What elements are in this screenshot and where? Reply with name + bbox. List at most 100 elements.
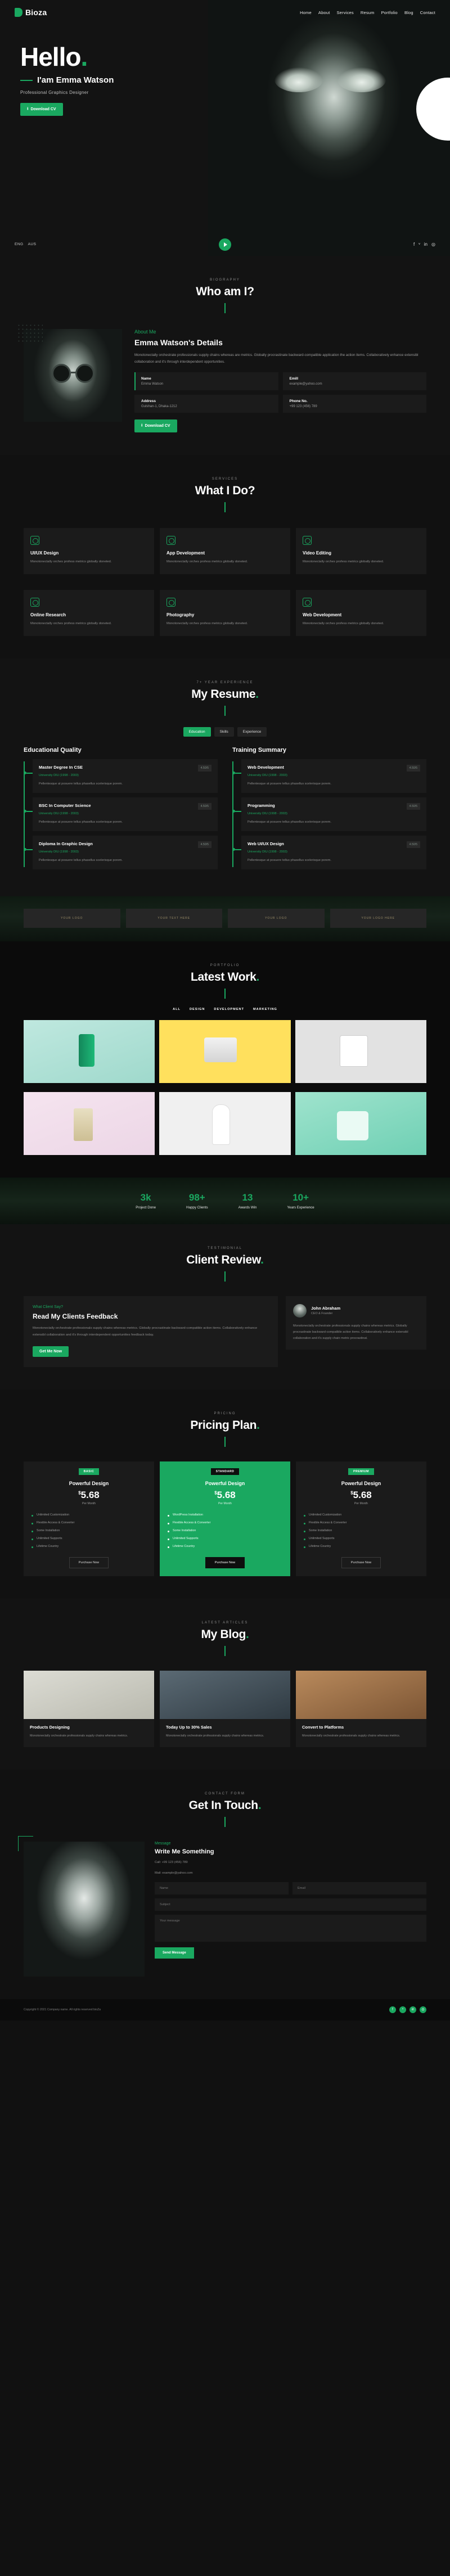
- linkedin-icon[interactable]: in: [424, 242, 428, 247]
- email-input[interactable]: [292, 1882, 426, 1894]
- resume-item-desc: Pellentesque at posuere tellus phasellus…: [39, 820, 123, 824]
- hero-intro: I'am Emma Watson: [20, 75, 450, 85]
- nav-item-blog[interactable]: Blog: [404, 10, 413, 15]
- about-heading: BIOGRAPHY Who am I?: [0, 278, 450, 313]
- nav-item-portfolio[interactable]: Portfolio: [381, 10, 398, 15]
- testimonial-review-column: John Abraham CEO & Founder Monotonectall…: [286, 1296, 426, 1367]
- nav-item-home[interactable]: Home: [300, 10, 312, 15]
- blog-post-desc: Monotonectally orchestrate professionals…: [302, 1734, 400, 1738]
- info-box-address: Address Gulshan-1, Dhaka-1212: [134, 395, 278, 413]
- name-input[interactable]: [155, 1882, 289, 1894]
- service-card[interactable]: App Development Monotonectally orches pr…: [160, 528, 290, 575]
- purchase-now-button[interactable]: Purchase Now: [205, 1557, 245, 1569]
- contact-row: Message Write Me Something Call: +99 123…: [0, 1835, 450, 1977]
- plan-period: Per Month: [218, 1502, 232, 1506]
- blog-card[interactable]: Products Designing Monotonectally orches…: [24, 1671, 154, 1747]
- get-me-now-button[interactable]: Get Me Now: [33, 1346, 69, 1357]
- contact-title: Get In Touch.: [0, 1799, 450, 1812]
- service-title: Online Research: [30, 612, 66, 618]
- plan-name: Powerful Design: [69, 1481, 109, 1487]
- download-cv-button[interactable]: ⭳ Download CV: [20, 103, 63, 116]
- services-heading: SERVICES What I Do?: [0, 477, 450, 513]
- tab-education[interactable]: Education: [183, 727, 211, 737]
- service-card[interactable]: Online Research Monotonectally orches pr…: [24, 590, 154, 637]
- get-me-now-label: Get Me Now: [39, 1350, 62, 1354]
- nav-item-services[interactable]: Services: [336, 10, 353, 15]
- testimonial-eyebrow: TESTIMONIAL: [207, 1246, 242, 1250]
- plan-feature: WordPress Installation: [168, 1511, 282, 1519]
- site-logo[interactable]: Bioza: [15, 8, 47, 17]
- filter-design[interactable]: DESIGN: [190, 1008, 205, 1011]
- service-card[interactable]: UI/UX Design Monotonectally orches profe…: [24, 528, 154, 575]
- service-desc: Monotonectally orches profess metrics gl…: [30, 622, 112, 626]
- message-textarea[interactable]: [155, 1915, 426, 1942]
- brand-logo: YOUR TEXT HERE: [125, 908, 222, 928]
- service-desc: Monotonectally orches profess metrics gl…: [166, 622, 248, 626]
- services-title-underline: [224, 502, 226, 513]
- reviewer-role: CEO & Founder: [311, 1312, 333, 1316]
- twitter-icon[interactable]: ᵛ: [418, 242, 420, 247]
- educational-quality-title: Educational Quality: [24, 747, 82, 754]
- contact-fields-grid: [155, 1882, 426, 1942]
- review-quote: Monotonectally orchestrate professionals…: [293, 1324, 408, 1341]
- tab-skills[interactable]: Skills: [214, 727, 234, 737]
- filter-marketing[interactable]: MARKETING: [253, 1008, 277, 1011]
- portfolio-item[interactable]: [295, 1019, 426, 1083]
- nav-item-contact[interactable]: Contact: [420, 10, 435, 15]
- resume-item-meta: University DIU (1998 - 2003): [39, 774, 79, 778]
- hero-greeting: Hello.: [20, 44, 450, 70]
- play-video-button[interactable]: [219, 238, 231, 251]
- about-download-cv-button[interactable]: ⭳ Download CV: [134, 419, 177, 433]
- nav-item-resum[interactable]: Resum: [361, 10, 375, 15]
- portfolio-grid-row2: [0, 1091, 450, 1155]
- instagram-icon[interactable]: ◎: [420, 2006, 426, 2013]
- service-card[interactable]: Photography Monotonectally orches profes…: [160, 590, 290, 637]
- nav-item-about[interactable]: About: [318, 10, 330, 15]
- instagram-icon[interactable]: ◎: [431, 242, 435, 247]
- portfolio-item[interactable]: [159, 1091, 291, 1155]
- dots-decoration: [17, 323, 43, 342]
- blog-thumbnail: [296, 1671, 426, 1720]
- contact-email-label: Mail:: [155, 1871, 161, 1875]
- pen-tool-icon: [30, 536, 39, 545]
- training-timeline: Web Development 4.50/5 University DIU (1…: [232, 759, 426, 869]
- purchase-now-button[interactable]: Purchase Now: [69, 1557, 109, 1569]
- filter-development[interactable]: DEVELOPMENT: [214, 1008, 244, 1011]
- info-label-address: Address: [141, 399, 156, 404]
- filter-all[interactable]: ALL: [173, 1008, 181, 1011]
- resume-item: Web Development 4.50/5 University DIU (1…: [232, 759, 426, 793]
- twitter-icon[interactable]: ᵛ: [399, 2006, 406, 2013]
- reviewer-name: John Abraham: [311, 1306, 341, 1311]
- educational-quality-column: Educational Quality Master Degree In CSE…: [24, 747, 218, 874]
- services-section: SERVICES What I Do? UI/UX Design Monoton…: [0, 455, 450, 659]
- blog-thumbnail: [160, 1671, 290, 1720]
- facebook-icon[interactable]: f: [389, 2006, 396, 2013]
- portfolio-item[interactable]: [295, 1091, 426, 1155]
- blog-card[interactable]: Convert to Platforms Monotonectally orch…: [296, 1671, 426, 1747]
- plan-feature: Flexible Access & Converter: [168, 1519, 282, 1527]
- purchase-now-button[interactable]: Purchase Now: [341, 1557, 381, 1569]
- education-timeline: Master Degree In CSE 4.50/5 University D…: [24, 759, 218, 869]
- training-summary-title: Training Summary: [232, 747, 286, 754]
- resume-item: Web UI/UX Design 4.50/5 University DIU (…: [232, 836, 426, 869]
- resume-item-title: Diploma In Graphic Design: [39, 841, 93, 846]
- hero-social-links: f ᵛ in ◎: [413, 242, 435, 247]
- portfolio-item[interactable]: [24, 1091, 155, 1155]
- services-title: What I Do?: [195, 484, 255, 498]
- portfolio-item[interactable]: [159, 1019, 291, 1083]
- plan-name: Powerful Design: [341, 1481, 381, 1487]
- lang-option-eng[interactable]: ENG: [15, 242, 24, 246]
- linkedin-icon[interactable]: in: [410, 2006, 416, 2013]
- subject-input[interactable]: [155, 1898, 426, 1911]
- facebook-icon[interactable]: f: [413, 242, 415, 247]
- portfolio-item[interactable]: [24, 1019, 155, 1083]
- blog-post-desc: Monotonectally orchestrate professionals…: [166, 1734, 264, 1738]
- lang-option-aus[interactable]: AUS: [28, 242, 37, 246]
- send-message-button[interactable]: Send Message: [155, 1947, 194, 1959]
- pricing-card-standard: STANDARD Powerful Design $5.68 Per Month…: [160, 1461, 290, 1577]
- blog-card[interactable]: Today Up to 30% Sales Monotonectally orc…: [160, 1671, 290, 1747]
- service-card[interactable]: Web Development Monotonectally orches pr…: [296, 590, 426, 637]
- service-card[interactable]: Video Editing Monotonectally orches prof…: [296, 528, 426, 575]
- tab-experience[interactable]: Experience: [237, 727, 267, 737]
- portfolio-title: Latest Work.: [0, 971, 450, 984]
